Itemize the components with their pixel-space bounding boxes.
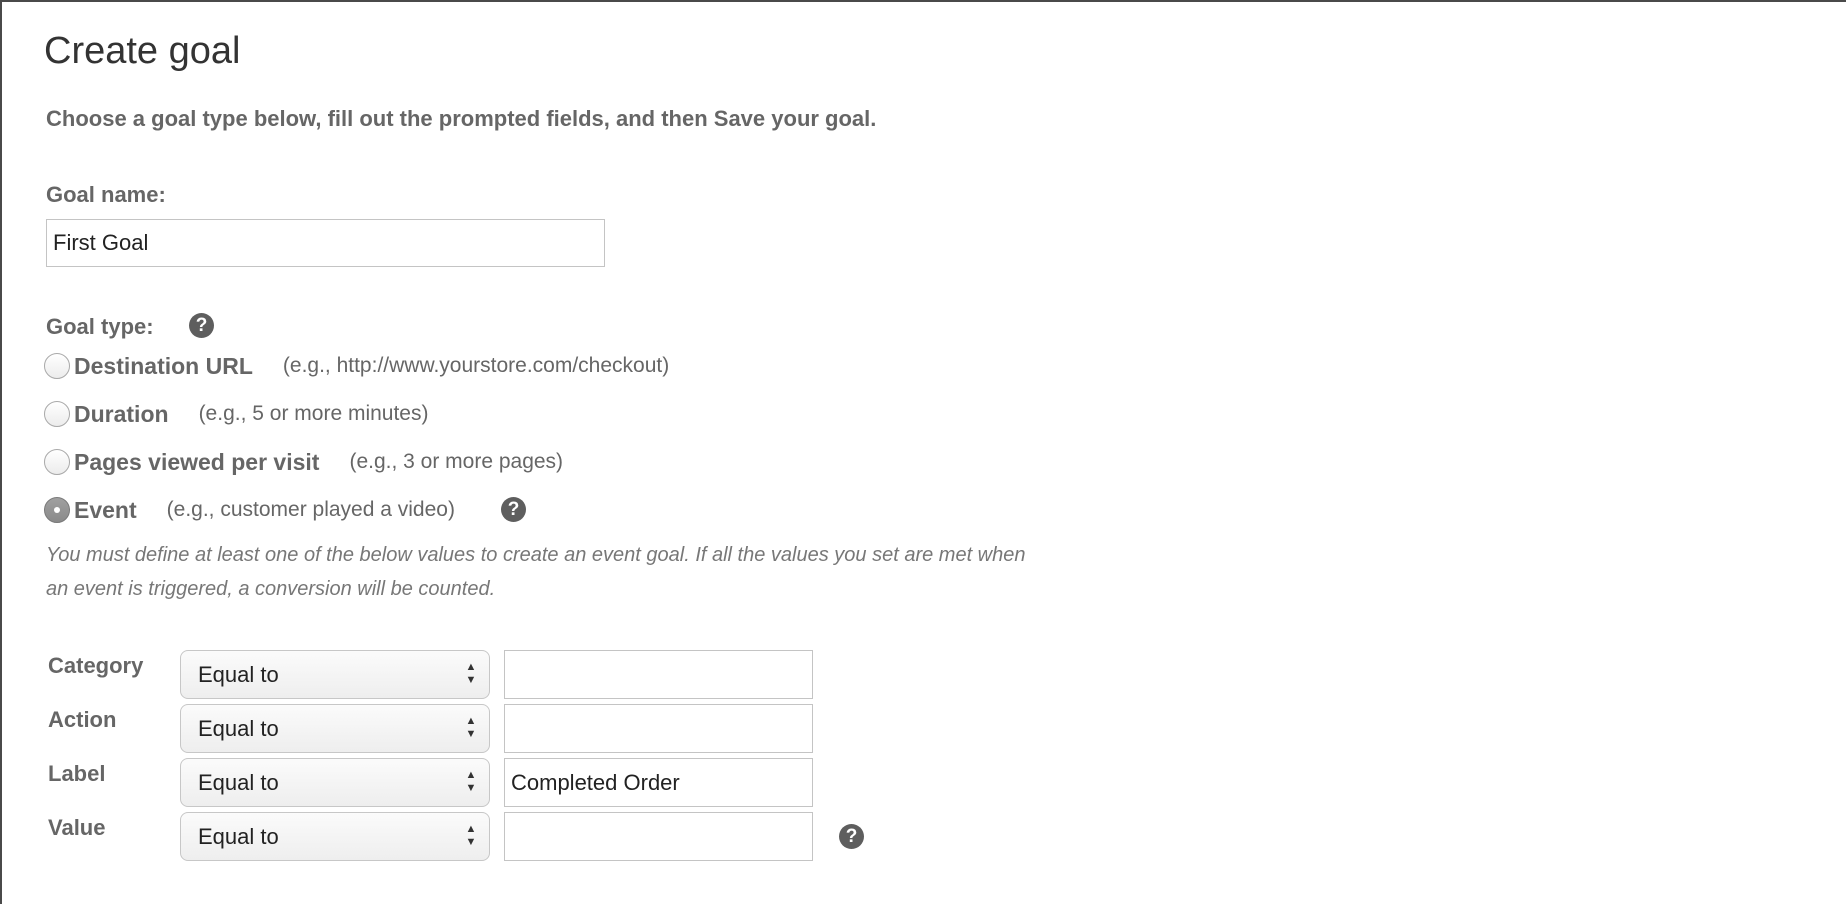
question-circle-icon[interactable]: ? [839, 824, 864, 849]
select-arrows-icon: ▲ ▼ [465, 769, 477, 794]
question-circle-icon[interactable]: ? [189, 313, 214, 338]
label-value-input[interactable] [504, 758, 813, 807]
category-value-input[interactable] [504, 650, 813, 699]
radio-event[interactable] [44, 497, 70, 523]
goal-type-option-pages-viewed[interactable]: Pages viewed per visit (e.g., 3 or more … [44, 446, 563, 478]
radio-destination-url[interactable] [44, 353, 70, 379]
option-example: (e.g., 5 or more minutes) [198, 402, 429, 425]
goal-type-label: Goal type: [46, 314, 154, 339]
option-example: (e.g., customer played a video) [166, 498, 455, 521]
radio-pages-viewed[interactable] [44, 449, 70, 475]
goal-type-option-event[interactable]: Event (e.g., customer played a video) [44, 494, 455, 526]
select-value: Equal to [198, 770, 279, 795]
option-example: (e.g., http://www.yourstore.com/checkout… [282, 354, 670, 377]
label-label: Label [48, 761, 106, 786]
category-operator-select[interactable]: Equal to ▲ ▼ [180, 650, 490, 699]
value-value-input[interactable] [504, 812, 813, 861]
select-value: Equal to [198, 716, 279, 741]
event-note: You must define at least one of the belo… [46, 544, 1026, 600]
goal-name-input[interactable] [46, 219, 605, 267]
category-label: Category [48, 653, 144, 678]
goal-name-label: Goal name: [46, 182, 166, 207]
action-value-input[interactable] [504, 704, 813, 753]
select-value: Equal to [198, 824, 279, 849]
option-label: Event [74, 496, 137, 523]
select-arrows-icon: ▲ ▼ [465, 661, 477, 686]
action-label: Action [48, 707, 117, 732]
option-label: Destination URL [74, 352, 253, 379]
label-operator-select[interactable]: Equal to ▲ ▼ [180, 758, 490, 807]
option-label: Duration [74, 400, 169, 427]
option-label: Pages viewed per visit [74, 448, 320, 475]
radio-duration[interactable] [44, 401, 70, 427]
option-example: (e.g., 3 or more pages) [349, 450, 564, 473]
action-operator-select[interactable]: Equal to ▲ ▼ [180, 704, 490, 753]
value-operator-select[interactable]: Equal to ▲ ▼ [180, 812, 490, 861]
select-value: Equal to [198, 662, 279, 687]
goal-type-option-duration[interactable]: Duration (e.g., 5 or more minutes) [44, 398, 428, 430]
page-title: Create goal [44, 30, 241, 72]
goal-editor-panel: Create goal Choose a goal type below, fi… [0, 0, 1846, 904]
question-circle-icon[interactable]: ? [501, 497, 526, 522]
select-arrows-icon: ▲ ▼ [465, 823, 477, 848]
select-arrows-icon: ▲ ▼ [465, 715, 477, 740]
value-label: Value [48, 815, 106, 840]
intro-text: Choose a goal type below, fill out the p… [46, 106, 877, 131]
goal-type-option-destination-url[interactable]: Destination URL (e.g., http://www.yourst… [44, 350, 669, 382]
